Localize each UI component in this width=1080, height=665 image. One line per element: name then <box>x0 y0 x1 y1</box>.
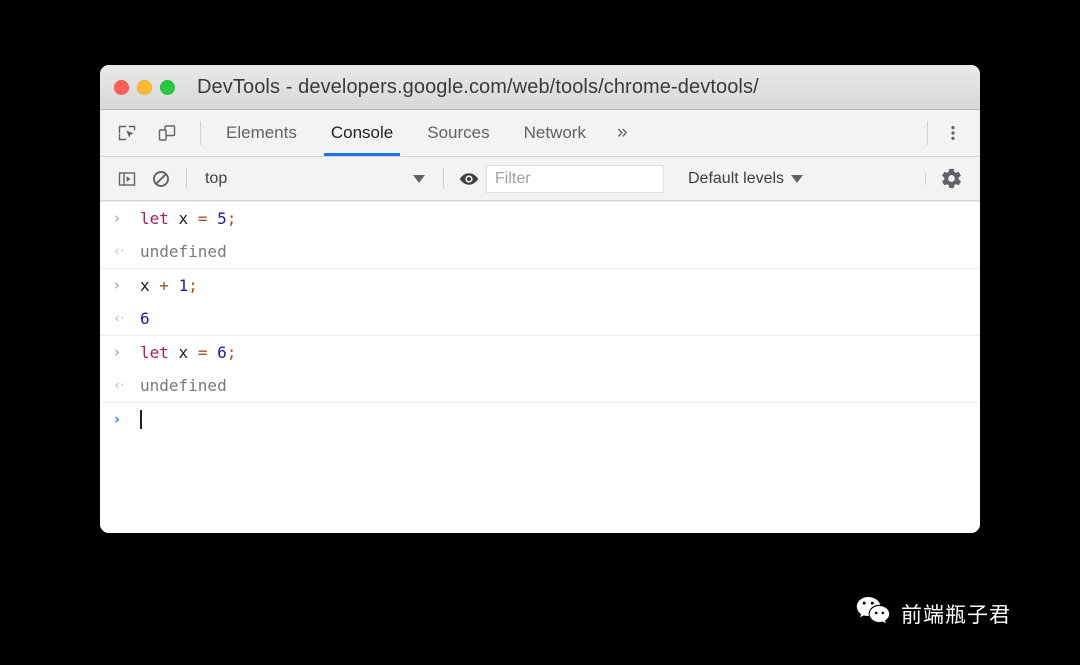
tab-elements[interactable]: Elements <box>209 110 314 156</box>
tabbar-right-group <box>919 110 980 156</box>
execution-context-select[interactable]: top <box>195 165 435 193</box>
console-group: › x + 1; ‹· 6 <box>100 269 980 336</box>
console-toolbar-divider-2 <box>443 168 444 189</box>
eye-icon[interactable] <box>452 162 486 196</box>
console-output-line: ‹· 6 <box>100 302 980 335</box>
code-token: = <box>197 343 208 362</box>
output-marker-icon: ‹· <box>114 242 125 260</box>
output-marker-icon: ‹· <box>114 376 125 394</box>
code-token: let <box>140 343 169 362</box>
window-title: DevTools - developers.google.com/web/too… <box>197 75 759 98</box>
log-levels-select[interactable]: Default levels <box>678 170 813 188</box>
tabbar-tool-icons <box>110 110 192 156</box>
devtools-tabbar: Elements Console Sources Network » <box>100 110 980 157</box>
input-marker-icon: › <box>114 209 120 227</box>
console-prompt-line[interactable]: › <box>100 403 980 436</box>
tab-console[interactable]: Console <box>314 110 410 156</box>
output-marker-icon: ‹· <box>114 309 125 327</box>
input-marker-icon: › <box>114 276 120 294</box>
gear-icon[interactable] <box>934 162 968 196</box>
execution-context-value: top <box>205 169 228 187</box>
tab-console-label: Console <box>330 123 394 142</box>
console-filter-input[interactable]: Filter <box>486 164 664 193</box>
code-token: + <box>159 276 169 295</box>
tab-network[interactable]: Network <box>507 110 603 156</box>
wechat-icon <box>856 596 890 631</box>
console-toolbar-divider-3 <box>925 172 926 185</box>
devtools-window: DevTools - developers.google.com/web/too… <box>100 65 980 533</box>
console-filter-placeholder: Filter <box>495 169 531 187</box>
console-input-code: let x = 5; <box>140 202 236 235</box>
clear-console-icon[interactable] <box>144 162 178 196</box>
console-output-value: undefined <box>140 376 227 395</box>
tab-network-label: Network <box>523 123 586 142</box>
console-group: › let x = 6; ‹· undefined <box>100 336 980 403</box>
console-input-code: x + 1; <box>140 269 198 302</box>
chevron-down-icon <box>413 174 425 183</box>
tab-sources[interactable]: Sources <box>410 110 506 156</box>
console-output-line: ‹· undefined <box>100 369 980 402</box>
watermark-label: 前端瓶子君 <box>901 602 1011 627</box>
tab-overflow-button[interactable]: » <box>603 110 642 156</box>
code-token: = <box>197 209 208 228</box>
log-levels-label: Default levels <box>688 169 785 187</box>
code-token: ; <box>226 209 237 228</box>
console-toolbar-right <box>917 162 980 196</box>
code-token: 6 <box>217 343 227 362</box>
tab-elements-label: Elements <box>226 123 297 142</box>
screen-root: DevTools - developers.google.com/web/too… <box>0 0 1080 665</box>
console-input-code: let x = 6; <box>140 336 236 369</box>
console-input-line[interactable]: › let x = 5; <box>100 202 980 235</box>
console-output-line: ‹· undefined <box>100 235 980 268</box>
code-token: x <box>178 343 189 362</box>
chevron-down-icon <box>791 174 804 183</box>
console-output-value: 6 <box>140 309 150 328</box>
zoom-window-button[interactable] <box>160 79 175 95</box>
console-message-list[interactable]: › let x = 5; ‹· undefined › x + 1; ‹· 6 <box>100 201 980 533</box>
console-input-line[interactable]: › let x = 6; <box>100 336 980 369</box>
code-token: 5 <box>217 209 227 228</box>
watermark: 前端瓶子君 <box>856 596 1011 631</box>
window-titlebar: DevTools - developers.google.com/web/too… <box>100 65 980 110</box>
minimize-window-button[interactable] <box>137 79 152 95</box>
panel-tabs: Elements Console Sources Network » <box>209 110 642 156</box>
tabbar-divider <box>200 121 201 145</box>
input-marker-icon: › <box>114 343 120 361</box>
tab-sources-label: Sources <box>427 123 490 142</box>
console-sidebar-icon[interactable] <box>110 162 144 196</box>
prompt-marker-icon: › <box>114 410 121 428</box>
console-output-value: undefined <box>140 242 227 261</box>
code-token: ; <box>188 276 198 295</box>
code-token: let <box>140 209 169 228</box>
device-toolbar-icon[interactable] <box>150 116 184 150</box>
console-toolbar: top Filter Default levels <box>100 157 980 201</box>
traffic-lights <box>114 79 175 95</box>
kebab-menu-icon[interactable] <box>936 116 970 150</box>
close-window-button[interactable] <box>114 79 129 95</box>
console-input-line[interactable]: › x + 1; <box>100 269 980 302</box>
code-token: x <box>178 209 189 228</box>
inspect-element-icon[interactable] <box>110 116 144 150</box>
console-group: › let x = 5; ‹· undefined <box>100 201 980 269</box>
console-toolbar-divider-1 <box>186 168 187 189</box>
code-token: 1 <box>178 276 189 295</box>
text-cursor <box>140 410 142 429</box>
tab-overflow-label: » <box>616 122 628 143</box>
code-token: x <box>140 276 150 295</box>
code-token: ; <box>226 343 237 362</box>
tabbar-right-divider <box>927 121 928 145</box>
